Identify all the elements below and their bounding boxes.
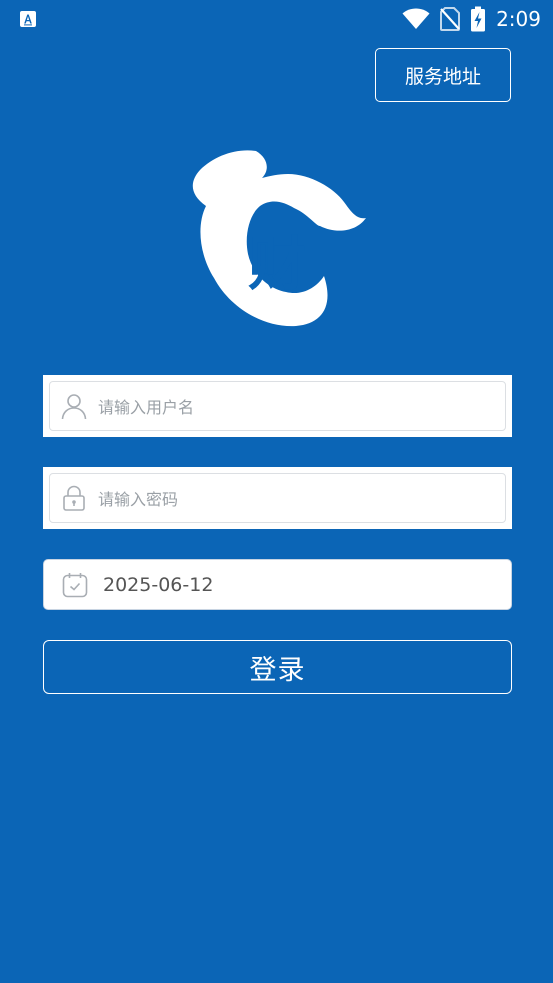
password-placeholder: 请输入密码 bbox=[98, 490, 179, 509]
a-letter-icon bbox=[20, 11, 36, 27]
lock-icon bbox=[63, 485, 85, 511]
login-button[interactable]: 登录 bbox=[43, 640, 512, 694]
password-field-card: 请输入密码 bbox=[43, 467, 512, 529]
username-field-card: 请输入用户名 bbox=[43, 375, 512, 437]
username-input[interactable]: 请输入用户名 bbox=[49, 381, 506, 431]
date-value: 2025-06-12 bbox=[103, 573, 214, 596]
calendar-icon bbox=[62, 572, 88, 597]
no-sim-icon bbox=[440, 7, 461, 31]
password-input[interactable]: 请输入密码 bbox=[49, 473, 506, 523]
battery-charging-icon bbox=[471, 6, 486, 32]
status-time: 2:09 bbox=[496, 7, 541, 31]
wifi-icon bbox=[402, 8, 430, 29]
service-address-button[interactable]: 服务地址 bbox=[375, 48, 511, 102]
status-icons: 2:09 bbox=[402, 6, 541, 32]
user-icon bbox=[61, 394, 87, 420]
date-input[interactable]: 2025-06-12 bbox=[43, 559, 512, 610]
logo-text: 财 bbox=[248, 230, 306, 298]
status-bar: 2:09 bbox=[0, 0, 553, 38]
cai-logo-icon: 财 bbox=[192, 150, 366, 327]
username-placeholder: 请输入用户名 bbox=[98, 398, 195, 417]
